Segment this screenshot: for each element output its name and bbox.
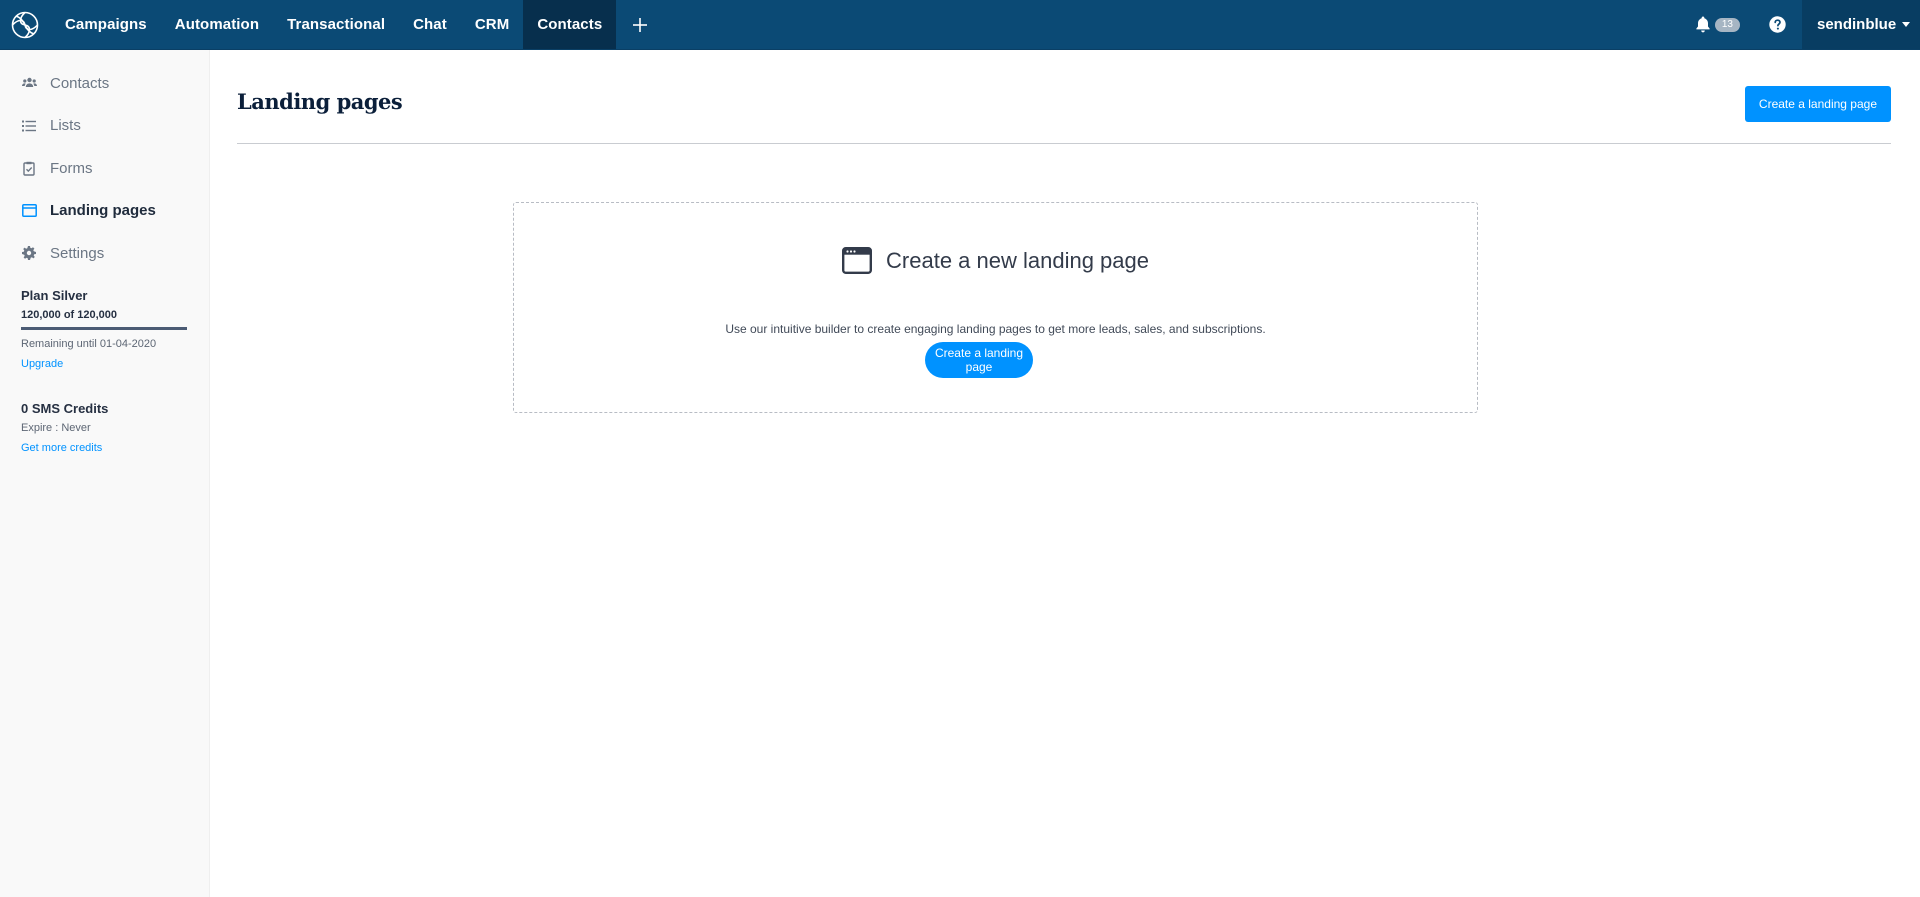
nav-transactional[interactable]: Transactional [273,0,399,49]
nav-chat[interactable]: Chat [399,0,461,49]
nav-campaigns[interactable]: Campaigns [50,0,161,49]
nav-contacts[interactable]: Contacts [523,0,617,49]
browser-window-icon [21,203,37,219]
sidebar-menu: Contacts Lists Forms Landing pages Setti… [0,50,209,275]
plan-info: Plan Silver 120,000 of 120,000 Remaining… [0,275,209,370]
account-name: sendinblue [1817,16,1897,33]
sidebar-item-label: Contacts [50,74,110,92]
create-landing-page-cta[interactable]: Create a landing page [925,342,1033,378]
help-button[interactable] [1752,0,1802,49]
sidebar: Contacts Lists Forms Landing pages Setti… [0,50,210,897]
question-circle-icon [1768,16,1786,33]
account-menu[interactable]: sendinblue [1802,0,1920,49]
plan-credits-count: 120,000 of 120,000 [21,308,118,321]
empty-state-description: Use our intuitive builder to create enga… [725,322,1266,336]
sidebar-item-forms[interactable]: Forms [0,147,209,190]
upgrade-link[interactable]: Upgrade [21,358,188,370]
add-app-plus-icon[interactable] [616,0,664,49]
sidebar-item-lists[interactable]: Lists [0,105,209,148]
sidebar-item-landing-pages[interactable]: Landing pages [0,190,209,233]
sidebar-item-label: Lists [50,117,81,135]
main-nav: Campaigns Automation Transactional Chat … [50,0,664,49]
list-icon [21,118,37,134]
empty-state-card: Create a new landing page Use our intuit… [513,202,1478,413]
nav-automation[interactable]: Automation [161,0,273,49]
empty-state-title: Create a new landing page [886,247,1149,273]
page-header: Landing pages Create a landing page [237,50,1891,144]
create-landing-page-button[interactable]: Create a landing page [1744,86,1891,122]
notifications-button[interactable]: 13 [1695,0,1752,49]
users-icon [21,75,37,91]
empty-state-heading: Create a new landing page [514,247,1477,274]
browser-window-icon [842,247,873,274]
topbar-right: 13 sendinblue [1695,0,1920,49]
sms-credits-title: 0 SMS Credits [21,400,109,416]
sms-credits-info: 0 SMS Credits Expire : Never Get more cr… [0,370,209,454]
top-navbar: Campaigns Automation Transactional Chat … [0,0,1920,50]
clipboard-check-icon [21,160,37,176]
main-content: Landing pages Create a landing page Crea… [237,50,1891,897]
nav-crm[interactable]: CRM [461,0,523,49]
plan-usage-fill [21,326,187,330]
caret-down-icon [1902,22,1911,27]
bell-icon [1695,16,1711,33]
get-more-credits-link[interactable]: Get more credits [21,442,188,454]
plan-remaining-text: Remaining until 01-04-2020 [21,337,157,350]
notification-count-badge: 13 [1714,17,1740,32]
sidebar-item-label: Forms [50,159,93,177]
page-title: Landing pages [237,89,403,114]
sidebar-item-settings[interactable]: Settings [0,232,209,275]
plan-title: Plan Silver [21,287,88,303]
sidebar-item-label: Landing pages [50,202,156,220]
sidebar-item-label: Settings [50,244,105,262]
gear-icon [21,245,37,261]
sendinblue-logo-icon[interactable] [0,0,50,50]
plan-usage-bar [21,326,187,330]
sidebar-item-contacts[interactable]: Contacts [0,62,209,105]
sms-expire-text: Expire : Never [21,421,91,434]
